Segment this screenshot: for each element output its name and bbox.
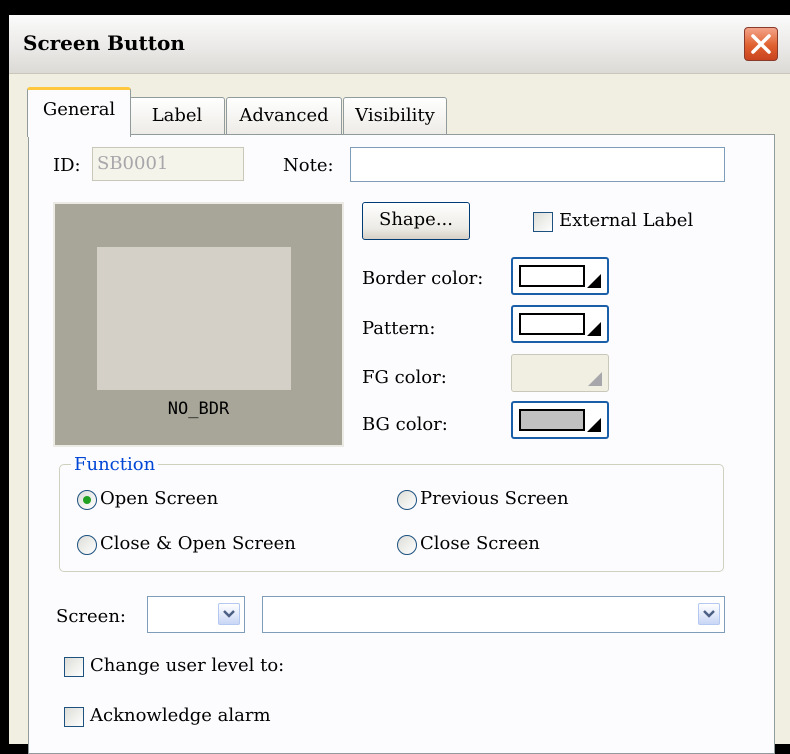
shape-preview: NO_BDR <box>53 202 344 447</box>
dropdown-arrow-icon <box>587 418 601 432</box>
change-user-level-checkbox[interactable] <box>64 657 84 677</box>
radio-close-screen-label[interactable]: Close Screen <box>420 533 540 554</box>
dropdown-arrow-icon <box>587 322 601 336</box>
bg-color-swatch <box>519 409 585 431</box>
border-color-swatch <box>519 265 585 287</box>
tab-advanced[interactable]: Advanced <box>226 97 342 135</box>
function-legend: Function <box>71 454 159 475</box>
radio-open-screen-label[interactable]: Open Screen <box>100 488 218 509</box>
radio-close-open-screen-label[interactable]: Close & Open Screen <box>100 533 296 554</box>
window-title: Screen Button <box>23 31 185 55</box>
close-button[interactable] <box>744 27 778 61</box>
screen-label: Screen: <box>56 606 126 627</box>
radio-close-screen[interactable] <box>397 535 417 555</box>
pattern-button[interactable] <box>511 305 609 343</box>
border-color-button[interactable] <box>511 257 609 295</box>
acknowledge-alarm-label[interactable]: Acknowledge alarm <box>90 705 271 726</box>
radio-close-open-screen[interactable] <box>77 535 97 555</box>
border-color-label: Border color: <box>362 268 484 289</box>
bg-color-button[interactable] <box>511 401 609 439</box>
title-bar[interactable]: Screen Button <box>9 15 790 74</box>
shape-button[interactable]: Shape... <box>362 202 470 240</box>
dropdown-arrow-icon <box>587 274 601 288</box>
bg-color-label: BG color: <box>362 414 448 435</box>
chevron-down-icon <box>223 610 235 618</box>
radio-selected-dot <box>83 496 91 504</box>
note-field[interactable] <box>350 147 725 182</box>
close-icon <box>751 34 771 54</box>
id-label: ID: <box>53 155 81 176</box>
screen-name-dropdown-button[interactable] <box>698 603 720 625</box>
screen-number-select[interactable] <box>147 596 245 633</box>
radio-open-screen[interactable] <box>77 490 97 510</box>
preview-button-face <box>97 247 291 390</box>
preview-shape-name: NO_BDR <box>167 399 230 419</box>
fg-color-button <box>511 354 609 392</box>
radio-previous-screen-label[interactable]: Previous Screen <box>420 488 569 509</box>
dropdown-arrow-icon <box>588 372 602 386</box>
id-value: SB0001 <box>97 153 169 174</box>
screen-name-select[interactable] <box>262 596 725 633</box>
note-label: Note: <box>283 155 334 176</box>
pattern-swatch <box>519 313 585 335</box>
external-label-text: External Label <box>559 210 694 231</box>
fg-color-label: FG color: <box>362 367 447 388</box>
tab-visibility[interactable]: Visibility <box>343 97 447 135</box>
external-label-checkbox[interactable] <box>533 212 553 232</box>
change-user-level-label[interactable]: Change user level to: <box>90 655 284 676</box>
tab-label[interactable]: Label <box>129 97 225 135</box>
screen-number-dropdown-button[interactable] <box>218 603 240 625</box>
acknowledge-alarm-checkbox[interactable] <box>64 707 84 727</box>
chevron-down-icon <box>703 610 715 618</box>
tab-general[interactable]: General <box>27 87 131 137</box>
radio-previous-screen[interactable] <box>397 490 417 510</box>
pattern-label: Pattern: <box>362 318 436 339</box>
id-field: SB0001 <box>92 147 244 181</box>
function-groupbox <box>59 464 724 572</box>
